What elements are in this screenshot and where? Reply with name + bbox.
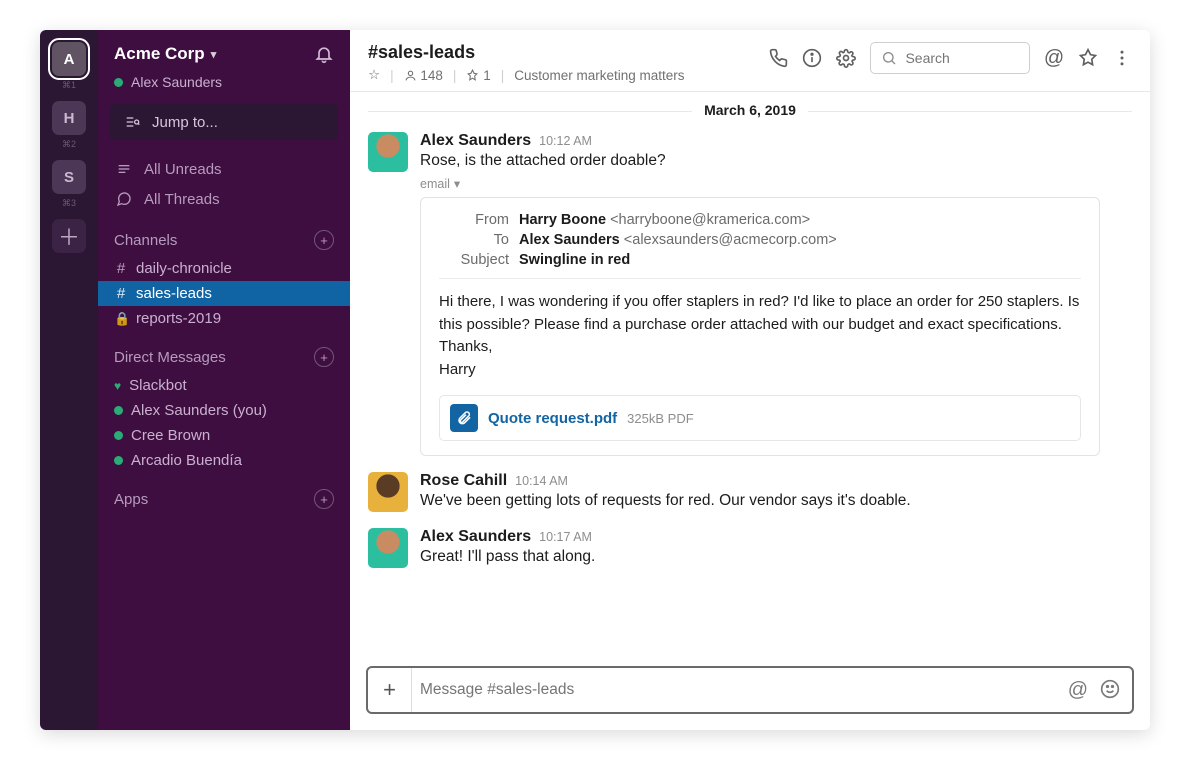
message: Alex Saunders 10:17 AM Great! I'll pass … bbox=[368, 520, 1132, 576]
chevron-down-icon: ▾ bbox=[211, 48, 217, 61]
avatar[interactable] bbox=[368, 472, 408, 512]
team-header[interactable]: Acme Corp ▾ bbox=[98, 30, 350, 74]
more-icon[interactable] bbox=[1112, 48, 1132, 68]
avatar[interactable] bbox=[368, 528, 408, 568]
message: Alex Saunders 10:12 AM Rose, is the atta… bbox=[368, 124, 1132, 464]
email-tag[interactable]: email▾ bbox=[420, 176, 1132, 191]
message-author[interactable]: Alex Saunders bbox=[420, 132, 531, 150]
channel-item[interactable]: # daily-chronicle bbox=[98, 256, 350, 281]
star-icon[interactable]: ☆ bbox=[368, 67, 380, 83]
channel-header: #sales-leads ☆ | 148 | 1 | Customer mark… bbox=[350, 30, 1150, 92]
main-panel: #sales-leads ☆ | 148 | 1 | Customer mark… bbox=[350, 30, 1150, 730]
file-attachment[interactable]: Quote request.pdf 325kB PDF bbox=[439, 395, 1081, 441]
emoji-icon[interactable] bbox=[1100, 679, 1120, 702]
mentions-icon[interactable]: @ bbox=[1044, 48, 1064, 68]
email-body: Hi there, I was wondering if you offer s… bbox=[439, 291, 1081, 381]
message-time: 10:12 AM bbox=[539, 134, 592, 148]
workspace-hotkey: ⌘2 bbox=[62, 139, 76, 150]
search-box[interactable] bbox=[870, 42, 1030, 74]
presence-dot-icon bbox=[114, 456, 123, 465]
message-author[interactable]: Alex Saunders bbox=[420, 528, 531, 546]
slack-app: A ⌘1 H ⌘2 S ⌘3 ＋ Acme Corp ▾ Alex Saunde… bbox=[40, 30, 1150, 730]
add-channel-button[interactable]: + bbox=[314, 230, 334, 250]
channel-topic[interactable]: Customer marketing matters bbox=[514, 68, 684, 83]
add-workspace-button[interactable]: ＋ bbox=[52, 219, 86, 253]
star-icon[interactable] bbox=[1078, 48, 1098, 68]
paperclip-icon bbox=[450, 404, 478, 432]
channel-title: #sales-leads bbox=[368, 42, 685, 63]
lock-icon: 🔒 bbox=[114, 311, 128, 327]
hash-icon: # bbox=[114, 260, 128, 277]
current-user-name: Alex Saunders bbox=[131, 74, 222, 90]
email-attachment-card: FromHarry Boone <harryboone@kramerica.co… bbox=[420, 197, 1100, 456]
chevron-down-icon: ▾ bbox=[454, 176, 460, 191]
apps-section-header[interactable]: Apps + bbox=[98, 473, 350, 515]
unreads-icon bbox=[114, 159, 134, 179]
message-list[interactable]: March 6, 2019 Alex Saunders 10:12 AM Ros… bbox=[350, 92, 1150, 660]
all-unreads-link[interactable]: All Unreads bbox=[98, 154, 350, 184]
channel-meta: ☆ | 148 | 1 | Customer marketing matters bbox=[368, 67, 685, 83]
workspace-hotkey: ⌘1 bbox=[62, 80, 76, 91]
attach-button[interactable]: + bbox=[368, 668, 412, 712]
channel-item[interactable]: # sales-leads bbox=[98, 281, 350, 306]
presence-dot-icon bbox=[114, 406, 123, 415]
heart-icon: ♥ bbox=[114, 379, 121, 393]
workspace-switcher[interactable]: S bbox=[52, 160, 86, 194]
jump-icon bbox=[122, 112, 142, 132]
workspace-switcher[interactable]: A bbox=[52, 42, 86, 76]
jump-label: Jump to... bbox=[152, 114, 218, 131]
hash-icon: # bbox=[114, 285, 128, 302]
dm-item[interactable]: Arcadio Buendía bbox=[98, 448, 350, 473]
dms-section-header[interactable]: Direct Messages + bbox=[98, 331, 350, 373]
message-text: Rose, is the attached order doable? bbox=[420, 152, 1132, 170]
add-app-button[interactable]: + bbox=[314, 489, 334, 509]
team-name: Acme Corp bbox=[114, 44, 205, 64]
all-threads-link[interactable]: All Threads bbox=[98, 184, 350, 214]
message: Rose Cahill 10:14 AM We've been getting … bbox=[368, 464, 1132, 520]
channel-item[interactable]: 🔒 reports-2019 bbox=[98, 306, 350, 331]
message-text: We've been getting lots of requests for … bbox=[420, 492, 1132, 510]
channels-section-header[interactable]: Channels + bbox=[98, 214, 350, 256]
dm-item[interactable]: Alex Saunders (you) bbox=[98, 398, 350, 423]
mentions-icon[interactable]: @ bbox=[1068, 679, 1088, 702]
gear-icon[interactable] bbox=[836, 48, 856, 68]
message-input[interactable] bbox=[412, 671, 1056, 709]
jump-to[interactable]: Jump to... bbox=[110, 104, 338, 140]
message-time: 10:17 AM bbox=[539, 530, 592, 544]
message-composer: + @ bbox=[366, 666, 1134, 714]
message-text: Great! I'll pass that along. bbox=[420, 548, 1132, 566]
search-input[interactable] bbox=[905, 50, 1019, 66]
message-time: 10:14 AM bbox=[515, 474, 568, 488]
current-user[interactable]: Alex Saunders bbox=[98, 74, 350, 100]
workspace-hotkey: ⌘3 bbox=[62, 198, 76, 209]
message-author[interactable]: Rose Cahill bbox=[420, 472, 507, 490]
member-count[interactable]: 148 bbox=[404, 68, 443, 83]
search-icon bbox=[881, 48, 897, 68]
threads-icon bbox=[114, 189, 134, 209]
dm-item[interactable]: Cree Brown bbox=[98, 423, 350, 448]
attachment-meta: 325kB PDF bbox=[627, 411, 693, 426]
sidebar: Acme Corp ▾ Alex Saunders Jump to... All… bbox=[98, 30, 350, 730]
presence-dot-icon bbox=[114, 78, 123, 87]
add-dm-button[interactable]: + bbox=[314, 347, 334, 367]
presence-dot-icon bbox=[114, 431, 123, 440]
notifications-bell-icon[interactable] bbox=[314, 44, 334, 64]
info-icon[interactable] bbox=[802, 48, 822, 68]
dm-item[interactable]: ♥ Slackbot bbox=[98, 373, 350, 398]
workspace-rail: A ⌘1 H ⌘2 S ⌘3 ＋ bbox=[40, 30, 98, 730]
attachment-name: Quote request.pdf bbox=[488, 410, 617, 427]
avatar[interactable] bbox=[368, 132, 408, 172]
call-icon[interactable] bbox=[768, 48, 788, 68]
workspace-switcher[interactable]: H bbox=[52, 101, 86, 135]
pin-count[interactable]: 1 bbox=[466, 68, 490, 83]
date-divider: March 6, 2019 bbox=[368, 102, 1132, 120]
